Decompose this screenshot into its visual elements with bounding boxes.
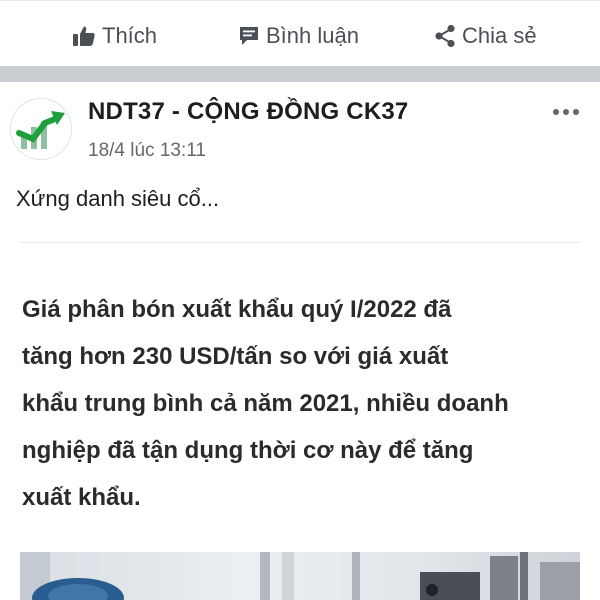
divider	[20, 242, 580, 243]
photo-content	[20, 552, 580, 600]
more-options-button[interactable]	[550, 102, 582, 122]
post-actions-bar: Thích Bình luận Chia sẻ	[0, 0, 600, 67]
share-button[interactable]: Chia sẻ	[434, 21, 537, 51]
article-line: nghiệp đã tận dụng thời cơ này để tăng	[22, 437, 474, 464]
avatar[interactable]	[10, 98, 72, 160]
post-author[interactable]: NDT37 - CỘNG ĐỒNG CK37	[88, 98, 408, 126]
more-dot	[573, 109, 579, 115]
comment-button[interactable]: Bình luận	[238, 21, 359, 51]
comment-bubble-icon	[240, 27, 258, 45]
article-line: tăng hơn 230 USD/tấn so với giá xuất	[22, 343, 449, 370]
share-label: Chia sẻ	[462, 23, 537, 48]
post-timestamp[interactable]: 18/4 lúc 13:11	[88, 140, 206, 162]
thumbs-up-icon	[73, 26, 95, 46]
article-line: xuất khẩu.	[22, 484, 141, 511]
growth-arrow-logo-icon	[16, 111, 65, 149]
share-icon	[435, 24, 455, 48]
like-button[interactable]: Thích	[72, 21, 157, 51]
post-photo[interactable]	[20, 552, 580, 600]
article-line: Giá phân bón xuất khẩu quý I/2022 đã	[22, 296, 452, 323]
feed-post: NDT37 - CỘNG ĐỒNG CK37 18/4 lúc 13:11 Xứ…	[0, 82, 600, 600]
more-horizontal-icon	[553, 109, 559, 115]
article-line: khẩu trung bình cả năm 2021, nhiều doanh	[22, 390, 509, 417]
more-dot	[563, 109, 569, 115]
article-text[interactable]: Giá phân bón xuất khẩu quý I/2022 đã tăn…	[22, 286, 582, 521]
feed-separator	[0, 66, 600, 82]
comment-label: Bình luận	[266, 23, 359, 48]
post-caption: Xứng danh siêu cổ...	[16, 186, 220, 211]
like-label: Thích	[102, 23, 158, 48]
